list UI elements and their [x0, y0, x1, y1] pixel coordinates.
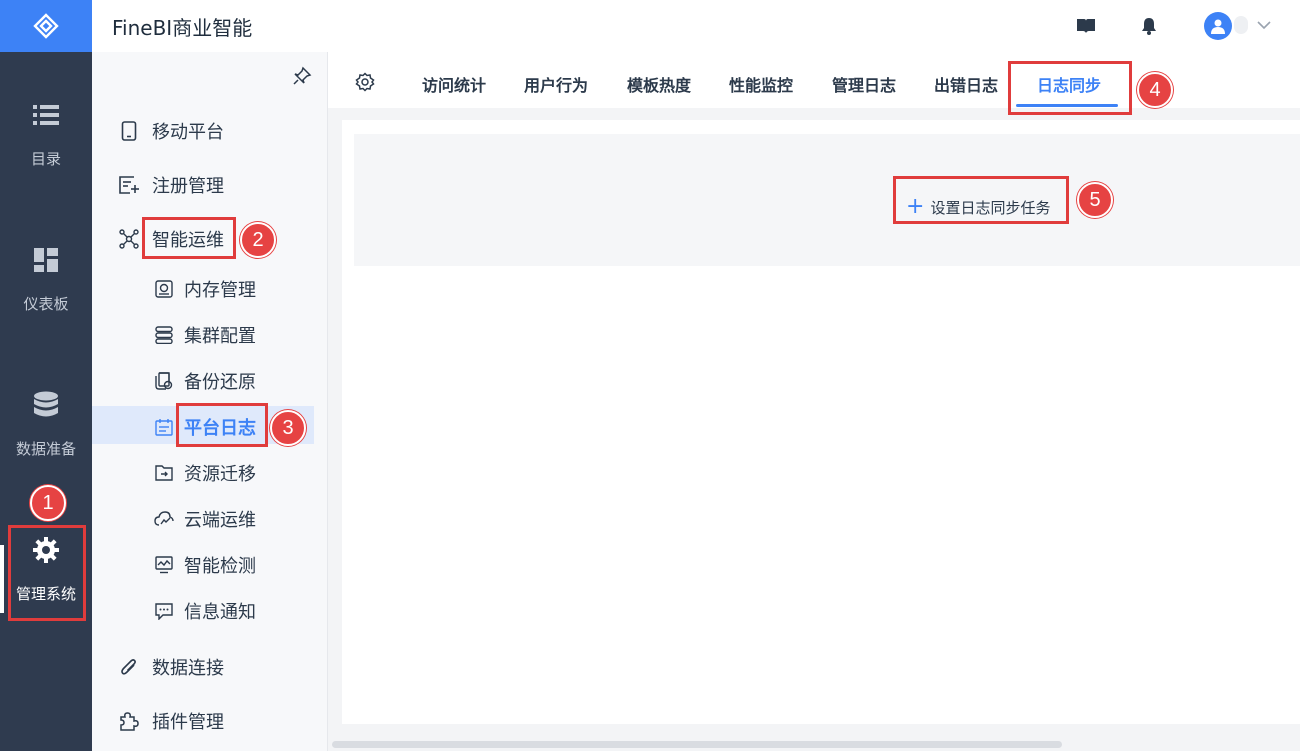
nav-label: 目录 [30, 150, 61, 168]
step-badge: 2 [240, 222, 276, 258]
memory-icon [154, 279, 174, 299]
step-badge: 4 [1137, 72, 1173, 108]
sidebar-subitem-label: 内存管理 [184, 280, 256, 301]
content-card: + 设置日志同步任务 [342, 120, 1300, 724]
tab-admin-log[interactable]: 管理日志 [832, 72, 896, 96]
tab-template-heat[interactable]: 模板热度 [627, 72, 691, 96]
nav-item-catalog[interactable]: 目录 [0, 100, 92, 169]
tab-log-sync[interactable]: 日志同步 [1037, 72, 1101, 96]
sidebar-item-label: 插件管理 [152, 712, 224, 733]
username-redacted [1234, 16, 1248, 34]
tablet-icon [118, 120, 140, 142]
database-icon [31, 390, 61, 420]
plus-icon: + [906, 194, 925, 219]
user-icon [1211, 19, 1225, 34]
sidebar-subitem-label: 备份还原 [184, 372, 256, 393]
sidebar-subitem-cloud-ops[interactable]: 云端运维 [154, 506, 256, 532]
log-sync-panel: + 设置日志同步任务 [354, 134, 1300, 266]
puzzle-icon [118, 710, 140, 732]
sidebar-subitem-smart-check[interactable]: 智能检测 [154, 552, 256, 578]
nav-label: 管理系统 [15, 585, 76, 603]
sidebar-item-mobile-platform[interactable]: 移动平台 [118, 118, 224, 144]
tab-user-behavior[interactable]: 用户行为 [524, 72, 588, 96]
sidebar-item-label: 智能运维 [152, 230, 224, 251]
network-icon [118, 228, 140, 250]
logo-icon [33, 13, 59, 39]
register-icon [118, 174, 140, 196]
cloud-icon [154, 509, 174, 529]
sidebar-item-label: 注册管理 [152, 176, 224, 197]
add-task-label: 设置日志同步任务 [930, 198, 1051, 217]
horizontal-scrollbar[interactable] [332, 741, 1062, 748]
add-log-sync-task-button[interactable]: + 设置日志同步任务 [906, 196, 1050, 218]
sidebar-subitem-label: 资源迁移 [184, 464, 256, 485]
main-area: + 设置日志同步任务 [328, 108, 1300, 751]
sidebar-subitem-label: 信息通知 [184, 602, 256, 623]
calendar-icon [154, 417, 174, 437]
sidebar-item-smart-ops[interactable]: 智能运维 [118, 226, 224, 252]
backup-icon [154, 371, 174, 391]
bell-icon[interactable] [1138, 15, 1160, 37]
nav-label: 仪表板 [23, 295, 69, 313]
sidebar-subitem-notification[interactable]: 信息通知 [154, 598, 256, 624]
sidebar-subitem-resource-migration[interactable]: 资源迁移 [154, 460, 256, 486]
app-title: FineBI商业智能 [112, 16, 253, 40]
book-icon[interactable] [1075, 15, 1097, 37]
message-icon [154, 601, 174, 621]
pin-icon[interactable] [292, 66, 312, 86]
tab-performance[interactable]: 性能监控 [729, 72, 793, 96]
sidebar-subitem-label: 云端运维 [184, 510, 256, 531]
nav-item-data-prep[interactable]: 数据准备 [0, 390, 92, 459]
sidebar-subitem-memory[interactable]: 内存管理 [154, 276, 256, 302]
sidebar-subitem-cluster[interactable]: 集群配置 [154, 322, 256, 348]
tab-access-stats[interactable]: 访问统计 [422, 72, 486, 96]
gear-icon [31, 535, 61, 565]
list-icon [31, 100, 61, 130]
sidebar-item-label: 移动平台 [152, 122, 224, 143]
sidebar-item-plugin[interactable]: 插件管理 [118, 708, 224, 734]
server-icon [154, 325, 174, 345]
sidebar-subitem-label: 集群配置 [184, 326, 256, 347]
step-badge: 3 [270, 410, 306, 446]
admin-sidebar: 移动平台 注册管理 智能运维 内存管理 集群配置 备份还原 平台日志 资源迁移 … [92, 52, 328, 751]
sidebar-item-label: 数据连接 [152, 658, 224, 679]
nav-item-admin[interactable]: 管理系统 [0, 535, 92, 604]
nav-item-dashboard[interactable]: 仪表板 [0, 245, 92, 314]
step-badge: 1 [30, 485, 66, 521]
active-tab-indicator [1016, 104, 1118, 107]
avatar[interactable] [1204, 12, 1232, 40]
settings-gear-icon[interactable] [355, 72, 375, 92]
top-header: FineBI商业智能 [92, 0, 1300, 53]
sidebar-item-data-connection[interactable]: 数据连接 [118, 654, 224, 680]
dashboard-icon [31, 245, 61, 275]
folder-arrow-icon [154, 463, 174, 483]
sidebar-item-registration[interactable]: 注册管理 [118, 172, 224, 198]
paperclip-icon [118, 656, 140, 678]
sidebar-subitem-label: 智能检测 [184, 556, 256, 577]
step-badge: 5 [1077, 182, 1113, 218]
monitor-icon [154, 555, 174, 575]
chevron-down-icon[interactable] [1254, 15, 1274, 35]
left-nav: 目录 仪表板 数据准备 管理系统 [0, 0, 92, 751]
app-logo[interactable] [0, 0, 92, 52]
tab-error-log[interactable]: 出错日志 [934, 72, 998, 96]
sidebar-subitem-backup[interactable]: 备份还原 [154, 368, 256, 394]
nav-label: 数据准备 [15, 440, 76, 458]
sidebar-subitem-platform-log[interactable]: 平台日志 [154, 414, 256, 440]
sidebar-subitem-label: 平台日志 [184, 418, 256, 439]
